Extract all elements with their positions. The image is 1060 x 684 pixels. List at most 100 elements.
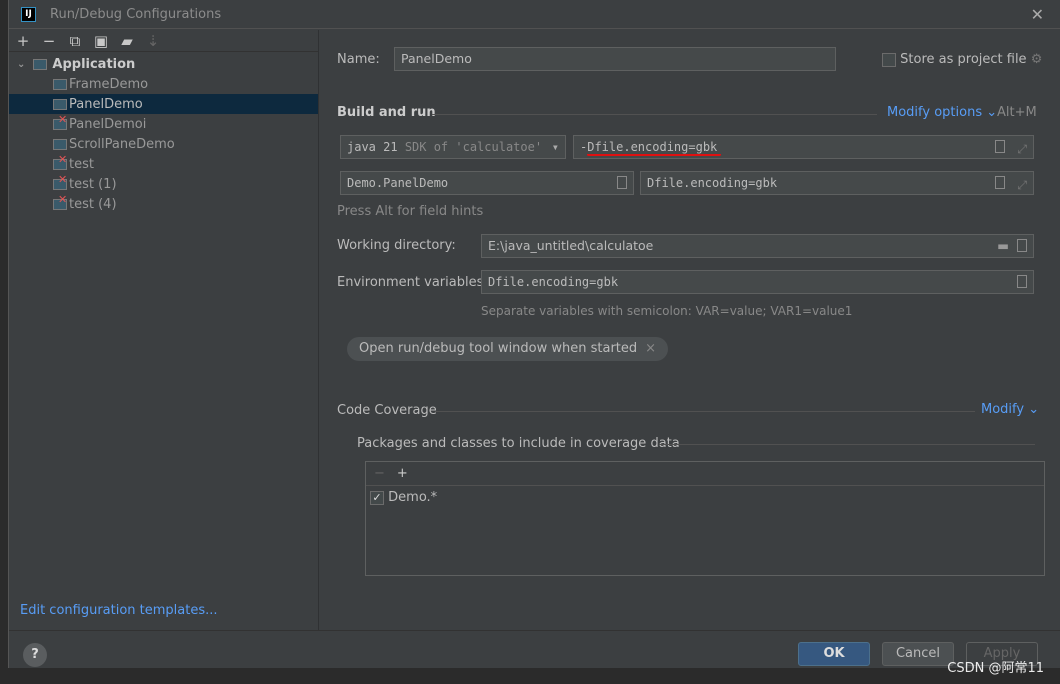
env-input[interactable]: Dfile.encoding=gbk [481,270,1034,294]
dialog-footer: ? OK Cancel Apply [9,630,1060,668]
document-icon[interactable] [617,176,627,189]
main-class-input[interactable]: Demo.PanelDemo [340,171,634,195]
watermark: CSDN @阿常11 [947,661,1044,676]
application-icon [53,138,67,150]
checkbox[interactable]: ✓ [370,490,384,505]
sort-icon[interactable]: ⇣ [145,32,161,50]
packages-label: Packages and classes to include in cover… [357,436,680,451]
application-icon: ✕ [53,173,67,190]
workdir-label: Working directory: [337,238,456,253]
expand-icon[interactable]: ⤢ [1017,174,1027,194]
new-folder-icon[interactable]: ▰ [119,32,135,50]
application-icon [53,78,67,90]
tree-root-label: Application [52,56,136,72]
packages-list: − + ✓ Demo.* [365,461,1045,576]
tree-item-label: FrameDemo [69,76,149,92]
document-icon[interactable] [1017,275,1027,288]
config-tree: ⌄ Application FrameDemo PanelDemo ✕ PanelDe… [9,52,318,214]
coverage-modify-link[interactable]: Modify ⌄ [981,402,1039,417]
document-icon[interactable] [995,176,1005,189]
tree-toolbar: + − ⧉ ▣ ▰ ⇣ [9,30,318,52]
program-args-value: Dfile.encoding=gbk [647,176,778,190]
tree-item-label: test (4) [69,196,117,212]
error-icon: ✕ [58,152,68,166]
name-input[interactable]: PanelDemo [394,47,836,71]
coverage-modify-label: Modify [981,402,1025,417]
modify-options-label: Modify options [887,105,983,120]
tree-item-label: ScrollPaneDemo [69,136,175,152]
run-debug-dialog: IJ Run/Debug Configurations ✕ + − ⧉ ▣ ▰ … [8,0,1060,668]
minus-icon[interactable]: − [41,32,57,50]
modify-shortcut: Alt+M [997,105,1037,120]
folder-icon[interactable]: ▬ [997,235,1009,257]
tree-item-label: PanelDemo [69,96,143,112]
packages-toolbar: − + [366,462,1044,486]
application-icon: ✕ [53,193,67,210]
field-hint: Press Alt for field hints [337,204,484,219]
code-coverage-heading: Code Coverage [337,403,437,418]
minus-icon[interactable]: − [374,466,385,481]
divider [435,411,975,412]
chevron-down-icon[interactable]: ⌄ [17,59,25,70]
help-button[interactable]: ? [23,643,47,667]
close-icon[interactable]: ✕ [1031,5,1044,24]
checkbox[interactable] [882,52,896,67]
config-tree-panel: + − ⧉ ▣ ▰ ⇣ ⌄ Application FrameDemo Panel… [9,30,319,630]
document-icon[interactable] [1017,239,1027,252]
error-icon: ✕ [58,192,68,206]
tree-item[interactable]: ✕ test (1) [9,173,318,194]
copy-icon[interactable]: ⧉ [67,32,83,50]
sdk-main: java 21 [347,140,398,154]
env-hint: Separate variables with semicolon: VAR=v… [481,304,853,318]
edit-templates-link[interactable]: Edit configuration templates... [20,603,218,618]
config-form: Name: PanelDemo Store as project file ⚙ … [337,30,1060,630]
tree-item-label: test [69,156,94,172]
sdk-sub: SDK of 'calculatoe' [404,140,543,154]
document-icon[interactable] [995,140,1005,153]
tree-item[interactable]: PanelDemo [9,94,318,114]
save-icon[interactable]: ▣ [93,32,109,50]
error-icon: ✕ [58,172,68,186]
chip-label: Open run/debug tool window when started [359,341,638,356]
vm-options-value: -Dfile.encoding=gbk [580,140,718,154]
workdir-value: E:\java_untitled\calculatoe [488,238,654,253]
cancel-button[interactable]: Cancel [882,642,954,666]
tree-root-application[interactable]: ⌄ Application [9,54,318,74]
tree-item-label: PanelDemoi [69,116,147,132]
modify-options-link[interactable]: Modify options ⌄ [887,105,997,120]
intellij-logo-icon: IJ [21,6,36,22]
store-project-checkbox[interactable]: Store as project file ⚙ [882,52,1042,67]
gear-icon[interactable]: ⚙ [1031,52,1043,67]
ok-button[interactable]: OK [798,642,870,666]
name-label: Name: [337,52,380,67]
tree-item[interactable]: ✕ PanelDemoi [9,113,318,134]
build-run-heading: Build and run [337,105,436,120]
window-title: Run/Debug Configurations [50,6,222,22]
application-icon: ✕ [53,113,67,130]
env-value: Dfile.encoding=gbk [488,275,619,289]
title-bar: IJ Run/Debug Configurations ✕ [9,0,1060,29]
tree-item[interactable]: FrameDemo [9,74,318,94]
open-tool-window-chip[interactable]: Open run/debug tool window when started × [347,337,669,361]
main-class-value: Demo.PanelDemo [347,176,449,190]
tree-item[interactable]: ScrollPaneDemo [9,134,318,154]
tree-item[interactable]: ✕ test [9,153,318,174]
sdk-select[interactable]: java 21 SDK of 'calculatoe' ▾ [340,135,566,159]
package-label: Demo.* [388,490,438,505]
remove-chip-icon[interactable]: × [645,341,656,356]
workdir-input[interactable]: E:\java_untitled\calculatoe ▬ [481,234,1034,258]
application-icon [33,58,48,70]
plus-icon[interactable]: + [15,32,31,50]
divider [432,114,877,115]
tree-item[interactable]: ✕ test (4) [9,193,318,214]
application-icon: ✕ [53,153,67,170]
divider [659,444,1035,445]
error-icon: ✕ [58,112,68,126]
program-args-input[interactable]: Dfile.encoding=gbk ⤢ [640,171,1034,195]
application-icon [53,98,67,110]
dropdown-arrow-icon[interactable]: ▾ [547,136,559,158]
expand-icon[interactable]: ⤢ [1017,138,1027,158]
env-label: Environment variables: [337,275,488,290]
package-item[interactable]: ✓ Demo.* [366,486,1044,509]
plus-icon[interactable]: + [397,466,408,481]
